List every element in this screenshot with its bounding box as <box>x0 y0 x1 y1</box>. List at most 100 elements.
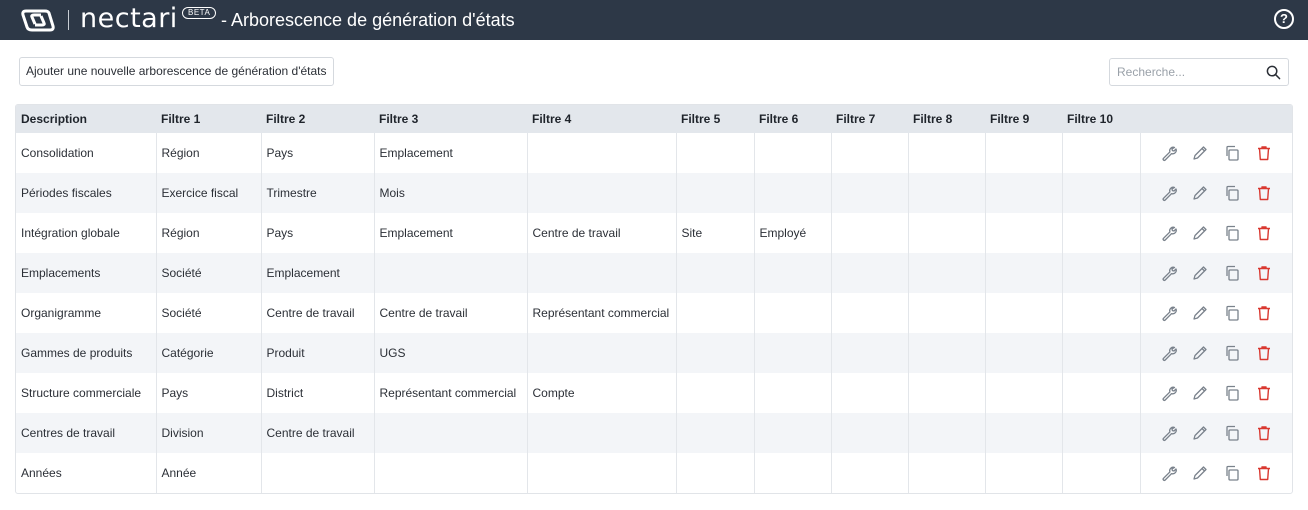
trash-button[interactable] <box>1255 263 1287 283</box>
column-header[interactable]: Filtre 8 <box>908 105 985 133</box>
copy-icon[interactable] <box>1223 184 1241 202</box>
table-row[interactable]: Années Année <box>16 453 1292 493</box>
copy-icon[interactable] <box>1223 144 1241 162</box>
add-report-tree-button[interactable]: Ajouter une nouvelle arborescence de gén… <box>19 57 334 86</box>
search-box[interactable] <box>1109 58 1289 86</box>
pencil-button[interactable] <box>1191 383 1223 403</box>
trash-button[interactable] <box>1255 423 1287 443</box>
trash-icon[interactable] <box>1255 224 1273 242</box>
copy-button[interactable] <box>1223 143 1255 163</box>
copy-button[interactable] <box>1223 183 1255 203</box>
column-header[interactable]: Filtre 3 <box>374 105 527 133</box>
pencil-icon[interactable] <box>1191 384 1209 402</box>
pencil-button[interactable] <box>1191 183 1223 203</box>
trash-button[interactable] <box>1255 343 1287 363</box>
copy-button[interactable] <box>1223 463 1255 483</box>
wrench-icon[interactable] <box>1160 264 1178 282</box>
copy-button[interactable] <box>1223 303 1255 323</box>
pencil-icon[interactable] <box>1191 304 1209 322</box>
wrench-icon[interactable] <box>1160 424 1178 442</box>
wrench-button[interactable] <box>1160 423 1192 443</box>
wrench-icon[interactable] <box>1160 144 1178 162</box>
copy-icon[interactable] <box>1223 304 1241 322</box>
trash-button[interactable] <box>1255 143 1287 163</box>
wrench-icon[interactable] <box>1160 184 1178 202</box>
trash-icon[interactable] <box>1255 424 1273 442</box>
trash-icon[interactable] <box>1255 184 1273 202</box>
filter-cell <box>830 453 908 493</box>
column-header[interactable]: Filtre 7 <box>831 105 908 133</box>
pencil-button[interactable] <box>1191 263 1223 283</box>
copy-button[interactable] <box>1223 263 1255 283</box>
search-icon[interactable] <box>1266 65 1281 80</box>
trash-button[interactable] <box>1255 383 1287 403</box>
trash-icon[interactable] <box>1255 344 1273 362</box>
column-header[interactable]: Filtre 9 <box>985 105 1062 133</box>
trash-icon[interactable] <box>1255 264 1273 282</box>
search-input[interactable] <box>1117 64 1257 80</box>
column-header[interactable]: Description <box>16 105 156 133</box>
trash-icon[interactable] <box>1255 384 1273 402</box>
table-row[interactable]: Emplacements Société Emplacement <box>16 253 1292 293</box>
pencil-icon[interactable] <box>1191 264 1209 282</box>
copy-icon[interactable] <box>1223 264 1241 282</box>
pencil-button[interactable] <box>1191 423 1223 443</box>
pencil-button[interactable] <box>1191 463 1223 483</box>
column-header[interactable]: Filtre 5 <box>676 105 754 133</box>
wrench-button[interactable] <box>1160 383 1192 403</box>
column-header[interactable]: Filtre 4 <box>527 105 676 133</box>
wrench-icon[interactable] <box>1160 224 1178 242</box>
pencil-icon[interactable] <box>1191 424 1209 442</box>
beta-badge: BETA <box>182 7 217 19</box>
copy-button[interactable] <box>1223 223 1255 243</box>
trash-button[interactable] <box>1255 183 1287 203</box>
copy-icon[interactable] <box>1223 344 1241 362</box>
pencil-button[interactable] <box>1191 343 1223 363</box>
copy-icon[interactable] <box>1223 384 1241 402</box>
table-row[interactable]: Périodes fiscales Exercice fiscal Trimestr… <box>16 173 1292 213</box>
table-row[interactable]: Structure commerciale Pays District Représe… <box>16 373 1292 413</box>
pencil-button[interactable] <box>1191 303 1223 323</box>
table-row[interactable]: Intégration globale Région Pays Emplacement… <box>16 213 1292 253</box>
pencil-icon[interactable] <box>1191 224 1209 242</box>
trash-icon[interactable] <box>1255 304 1273 322</box>
table-row[interactable]: Organigramme Société Centre de travail Cent… <box>16 293 1292 333</box>
pencil-button[interactable] <box>1191 143 1223 163</box>
table-row[interactable]: Centres de travail Division Centre de trav… <box>16 413 1292 453</box>
pencil-icon[interactable] <box>1191 144 1209 162</box>
trash-button[interactable] <box>1255 223 1287 243</box>
copy-icon[interactable] <box>1223 464 1241 482</box>
trash-button[interactable] <box>1255 463 1287 483</box>
wrench-icon[interactable] <box>1160 464 1178 482</box>
pencil-icon[interactable] <box>1191 344 1209 362</box>
pencil-icon[interactable] <box>1191 184 1209 202</box>
column-header[interactable]: Filtre 2 <box>261 105 374 133</box>
help-icon[interactable]: ? <box>1274 9 1294 29</box>
trash-icon[interactable] <box>1255 144 1273 162</box>
wrench-button[interactable] <box>1160 343 1192 363</box>
copy-icon[interactable] <box>1223 224 1241 242</box>
copy-button[interactable] <box>1223 383 1255 403</box>
copy-button[interactable] <box>1223 423 1255 443</box>
wrench-button[interactable] <box>1160 463 1192 483</box>
pencil-icon[interactable] <box>1191 464 1209 482</box>
wrench-button[interactable] <box>1160 303 1192 323</box>
wrench-button[interactable] <box>1160 223 1192 243</box>
wrench-button[interactable] <box>1160 263 1192 283</box>
trash-button[interactable] <box>1255 303 1287 323</box>
copy-button[interactable] <box>1223 343 1255 363</box>
trash-icon[interactable] <box>1255 464 1273 482</box>
table-row[interactable]: Gammes de produits Catégorie Produit UGS <box>16 333 1292 373</box>
wrench-icon[interactable] <box>1160 384 1178 402</box>
wrench-button[interactable] <box>1160 143 1192 163</box>
column-header[interactable]: Filtre 10 <box>1062 105 1140 133</box>
pencil-button[interactable] <box>1191 223 1223 243</box>
column-header[interactable]: Filtre 1 <box>156 105 261 133</box>
wrench-button[interactable] <box>1160 183 1192 203</box>
wrench-icon[interactable] <box>1160 344 1178 362</box>
copy-icon[interactable] <box>1223 424 1241 442</box>
table-row[interactable]: Consolidation Région Pays Emplacement <box>16 133 1292 173</box>
wrench-icon[interactable] <box>1160 304 1178 322</box>
filter-cell <box>675 253 754 293</box>
column-header[interactable]: Filtre 6 <box>754 105 831 133</box>
